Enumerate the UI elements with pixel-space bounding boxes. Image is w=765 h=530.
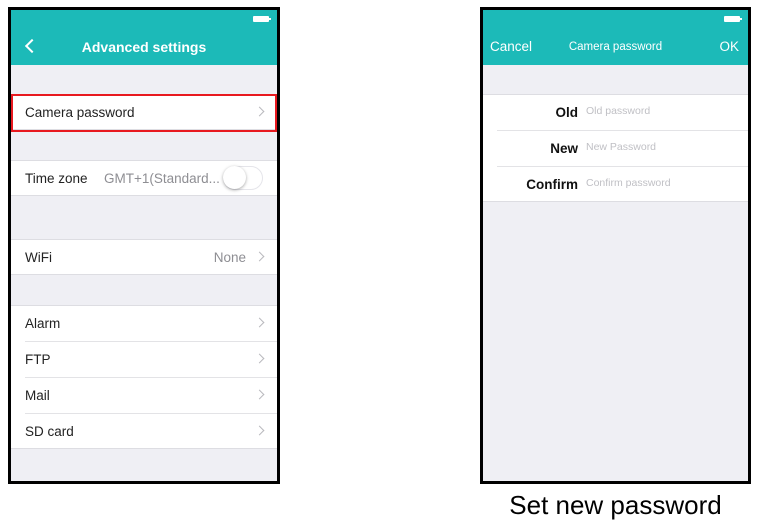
confirm-password-input[interactable] [586,177,736,189]
mail-label: Mail [25,388,50,403]
time-zone-row[interactable]: Time zone GMT+1(Standard... [11,160,277,196]
nav-bar: Cancel Camera password OK [483,10,748,65]
mail-row[interactable]: Mail [11,377,277,413]
ftp-label: FTP [25,352,51,367]
chevron-right-icon [254,353,265,364]
wifi-row[interactable]: WiFi None [11,239,277,275]
chevron-right-icon [254,389,265,400]
settings-group-services: Alarm FTP Mail SD card [11,305,277,449]
old-password-row: Old [483,94,748,130]
sd-card-label: SD card [25,424,74,439]
page-title: Camera password [568,41,663,53]
sd-card-row[interactable]: SD card [11,413,277,449]
chevron-right-icon [254,317,265,328]
ok-button[interactable]: OK [719,39,739,54]
battery-icon [253,16,271,22]
page-title: Advanced settings [81,39,207,55]
alarm-row[interactable]: Alarm [11,305,277,341]
ftp-row[interactable]: FTP [11,341,277,377]
time-zone-value: GMT+1(Standard... [104,171,220,186]
highlight-box [11,94,277,132]
new-password-row: New [483,130,748,166]
new-password-input[interactable] [586,141,736,153]
camera-password-screen: Cancel Camera password OK Old New Confir… [480,7,751,484]
old-password-label: Old [555,105,579,120]
time-zone-label: Time zone [25,171,88,186]
confirm-password-row: Confirm [483,166,748,202]
time-zone-toggle[interactable] [223,166,263,190]
settings-group-timezone: Time zone GMT+1(Standard... [11,160,277,196]
alarm-label: Alarm [25,316,61,331]
chevron-right-icon [254,251,265,262]
confirm-password-label: Confirm [526,177,578,192]
toggle-knob [223,166,246,189]
wifi-value: None [213,250,246,265]
advanced-settings-screen: Advanced settings Camera password Time z… [8,7,280,484]
wifi-label: WiFi [25,250,52,265]
new-password-label: New [550,141,578,156]
password-form: Old New Confirm [483,94,748,202]
settings-group-wifi: WiFi None [11,239,277,275]
chevron-right-icon [254,425,265,436]
battery-icon [724,16,742,22]
caption: Set new password [509,490,722,520]
nav-bar: Advanced settings [11,10,277,65]
old-password-input[interactable] [586,105,736,117]
